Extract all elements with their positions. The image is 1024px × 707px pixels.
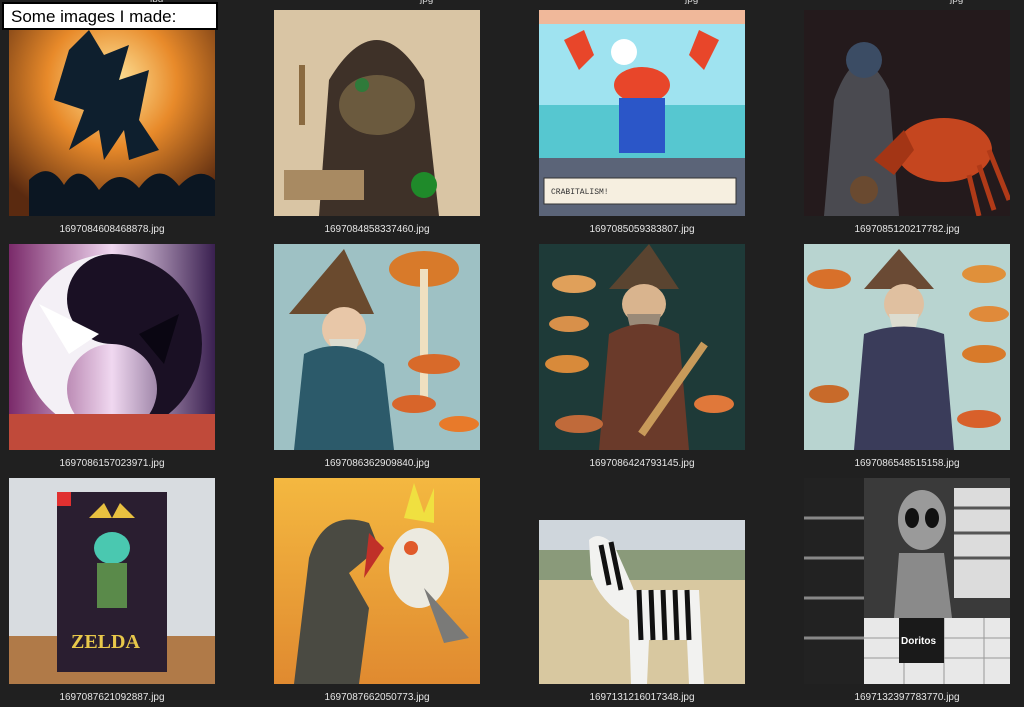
pixel-caption: CRABITALISM! [551,188,609,197]
image-thumbnail: ZELDA [9,478,215,684]
image-thumbnail [274,10,480,216]
image-thumbnail [804,10,1010,216]
image-thumbnail [539,520,745,684]
image-thumbnail [539,244,745,450]
file-name: 1697086424793145.jpg [589,458,695,469]
file-name: 1697131216017348.jpg [589,692,695,703]
file-tile[interactable]: 1697084858337460.jpg [274,10,480,235]
file-tile[interactable]: Doritos 1697132397783770.jpg [804,478,1010,703]
caption-text: Some images I made: [11,7,177,26]
file-tile[interactable]: 1697086157023971.jpg [9,244,215,469]
image-thumbnail [274,478,480,684]
file-name: 1697084608468878.jpg [59,224,165,235]
file-tile[interactable]: ZELDA 1697087621092887.jpg [9,478,215,703]
file-tile[interactable]: 1697131216017348.jpg [539,478,745,703]
file-name: 1697086548515158.jpg [854,458,960,469]
file-tile[interactable]: 1697084608468878.jpg [9,10,215,235]
cut-off-filename: jpg [685,0,698,5]
file-tile[interactable]: 1697086548515158.jpg [804,244,1010,469]
file-tile[interactable]: 1697087662050773.jpg [274,478,480,703]
bag-text: Doritos [901,636,936,647]
image-thumbnail [274,244,480,450]
file-name: 1697085120217782.jpg [854,224,960,235]
file-name: 1697087621092887.jpg [59,692,165,703]
file-tile[interactable]: 1697086362909840.jpg [274,244,480,469]
cut-off-filename: jpg [420,0,433,5]
cut-off-filename: jpg [950,0,963,5]
file-tile[interactable]: CRABITALISM! 1697085059383807.jpg [539,10,745,235]
file-name: 1697086157023971.jpg [59,458,165,469]
file-name: 1697085059383807.jpg [589,224,695,235]
file-name: 1697084858337460.jpg [324,224,430,235]
file-name: 1697086362909840.jpg [324,458,430,469]
image-thumbnail [804,244,1010,450]
box-title-text: ZELDA [71,631,140,653]
image-thumbnail [9,10,215,216]
file-name: 1697087662050773.jpg [324,692,430,703]
image-thumbnail [9,244,215,450]
image-thumbnail: CRABITALISM! [539,10,745,216]
caption-overlay: Some images I made: [2,2,218,30]
image-thumbnail: Doritos [804,478,1010,684]
file-tile[interactable]: 1697086424793145.jpg [539,244,745,469]
file-name: 1697132397783770.jpg [854,692,960,703]
file-tile[interactable]: 1697085120217782.jpg [804,10,1010,235]
